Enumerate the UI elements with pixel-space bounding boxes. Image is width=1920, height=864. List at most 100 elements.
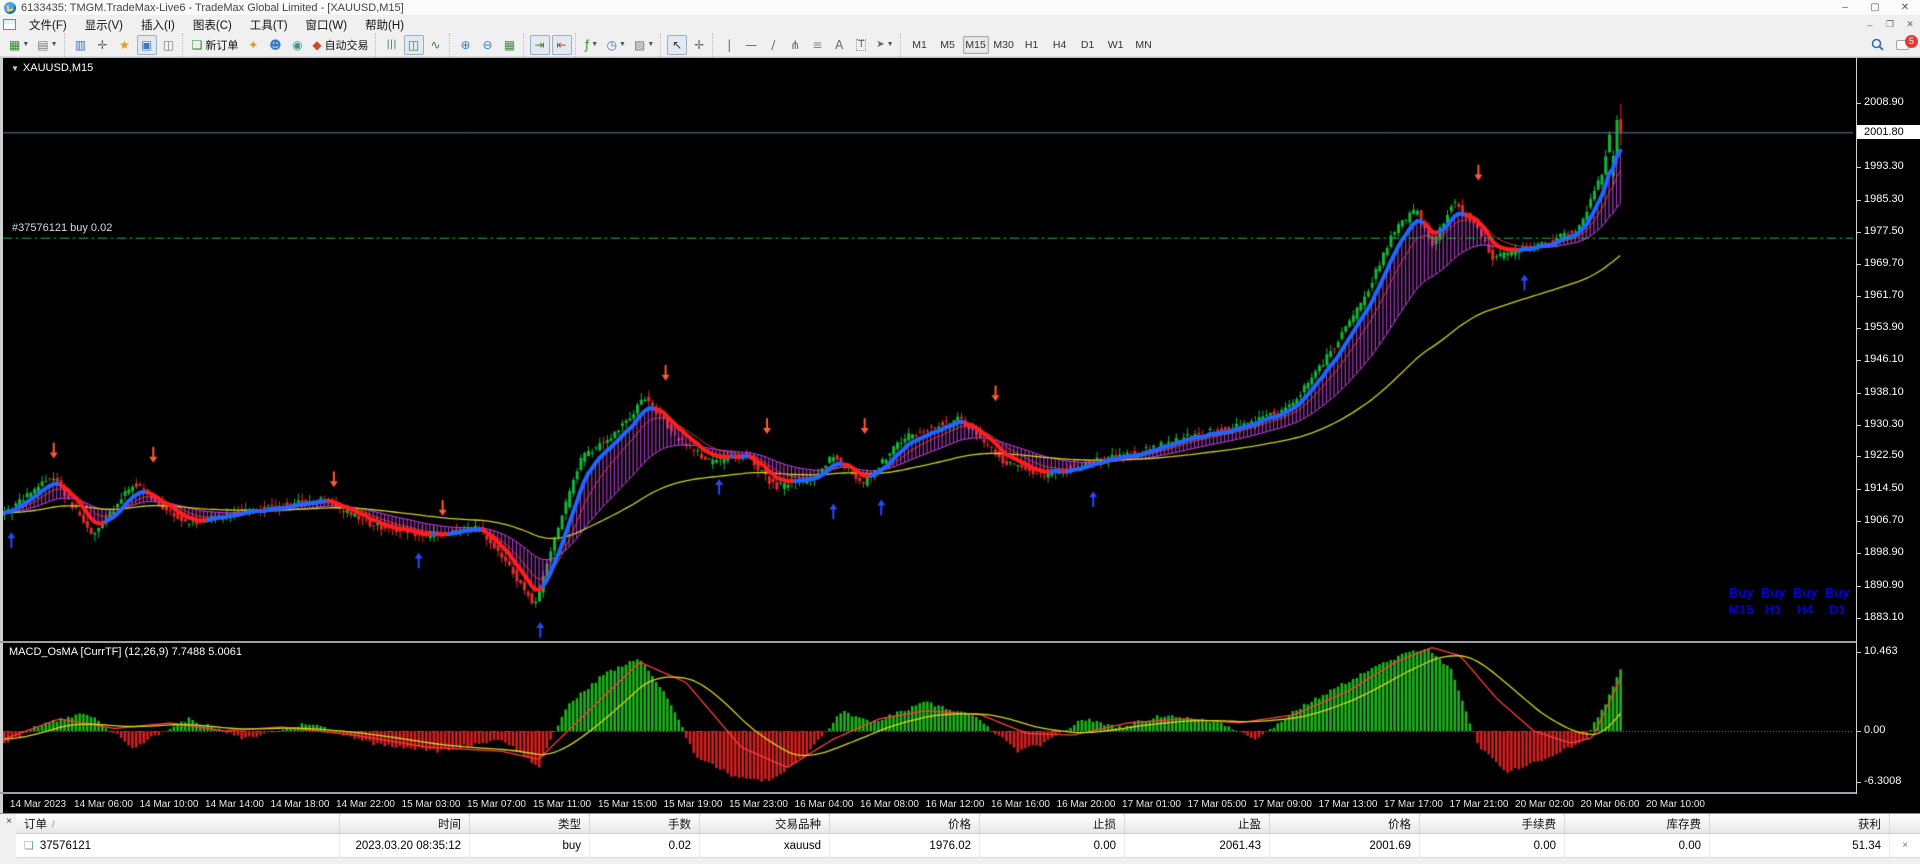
orders-cell: 2061.43 [1125, 834, 1270, 857]
orders-column-header[interactable]: 手数 [590, 814, 700, 833]
close-position-button[interactable]: × [1890, 834, 1920, 857]
line-chart-button[interactable]: ∿ [426, 35, 446, 55]
collapse-triangle-icon[interactable]: ▼ [11, 64, 19, 73]
data-window-button[interactable]: ✛ [93, 35, 113, 55]
timeframe-button-D1[interactable]: D1 [1075, 36, 1101, 54]
multi-timeframe-signal-block: Buy Buy Buy Buy M15 H1 H4 D1 [1725, 585, 1853, 619]
signals-button[interactable]: ◉ [287, 35, 307, 55]
indicators-button[interactable]: ƒ ▼ [582, 35, 602, 55]
auto-scroll-button[interactable]: ⇥ [529, 34, 550, 55]
orders-cell-value: 51.34 [1852, 839, 1881, 852]
price-axis-label: 1969.70 [1857, 256, 1904, 269]
timeframe-button-MN[interactable]: MN [1131, 36, 1157, 54]
timeframe-button-H4[interactable]: H4 [1047, 36, 1073, 54]
orders-cell-value: 2023.03.20 08:35:12 [355, 839, 461, 852]
cursor-button[interactable]: ↖ [667, 34, 688, 55]
timeframe-button-M15[interactable]: M15 [962, 35, 989, 54]
time-axis-label: 17 Mar 17:00 [1384, 799, 1443, 810]
menu-item-V[interactable]: 显示(V) [76, 16, 132, 34]
shapes-button[interactable]: ➤ ▼ [873, 35, 896, 55]
price-axis[interactable]: 2008.90 1993.30 1985.30 1977.50 1969.70 1961.… [1856, 58, 1920, 794]
tile-windows-button[interactable]: ▦ [500, 35, 520, 55]
price-chart-canvas[interactable] [3, 58, 1853, 641]
orders-column-header[interactable]: 时间 [340, 814, 470, 833]
toolbox-close-button[interactable]: × [3, 816, 15, 828]
algo-trading-button[interactable]: ◆ 自动交易 [309, 35, 371, 55]
open-position-label[interactable]: #37576121 buy 0.02 [12, 222, 112, 234]
chart-shift-button[interactable]: ⇤ [551, 34, 572, 55]
chart-splitter[interactable] [0, 641, 1920, 643]
strategy-tester-button[interactable]: ◫ [159, 35, 179, 55]
menu-item-W[interactable]: 窗口(W) [297, 16, 357, 34]
timeframe-button-M5[interactable]: M5 [935, 36, 961, 54]
toolbar-group-zoom: ⊕ ⊖ ▦ [448, 32, 523, 57]
alerts-horn-icon: ✦ [248, 37, 259, 52]
toolbox-button[interactable]: ▣ [136, 34, 157, 55]
close-button[interactable]: ✕ [1890, 0, 1920, 15]
orders-column-header[interactable]: 订单 / [16, 814, 340, 833]
community-icon: ☻ [269, 37, 282, 52]
search-button[interactable] [1867, 35, 1887, 55]
new-order-button[interactable]: ❏ 新订单 [189, 35, 242, 55]
mdi-restore-button[interactable]: ❐ [1880, 17, 1900, 32]
candle-chart-button[interactable]: ◫ [403, 34, 424, 55]
menu-item-H[interactable]: 帮助(H) [356, 16, 413, 34]
menu-item-I[interactable]: 插入(I) [132, 16, 184, 34]
orders-table-row[interactable]: ❏ 37576121 2023.03.20 08:35:12 buy 0.02 xauus… [16, 834, 1920, 858]
pitchfork-button[interactable]: ⋔ [785, 35, 805, 55]
text-label-button[interactable]: T [851, 35, 871, 55]
menu-item-T[interactable]: 工具(T) [241, 16, 297, 34]
timeframe-button-H1[interactable]: H1 [1019, 36, 1045, 54]
periods-button[interactable]: ◷ ▼ [604, 35, 629, 55]
horizontal-line-icon: — [745, 37, 758, 52]
community-button[interactable]: ☻ [265, 35, 285, 55]
time-axis-label: 14 Mar 10:00 [139, 799, 199, 810]
menu-item-F[interactable]: 文件(F) [20, 16, 76, 34]
timeframe-button-M30[interactable]: M30 [991, 36, 1017, 54]
signal-text: Buy [1792, 585, 1818, 600]
menu-item-C[interactable]: 图表(C) [184, 16, 241, 34]
minimize-button[interactable]: – [1830, 0, 1860, 15]
macd-indicator-canvas[interactable] [3, 643, 1853, 792]
app-logo-icon [4, 1, 16, 14]
orders-column-header[interactable]: 手续费 [1420, 814, 1565, 833]
horizontal-line-button[interactable]: — [741, 35, 761, 55]
new-chart-button[interactable]: ▦ ▼ [6, 35, 32, 55]
price-axis-label: 1914.50 [1857, 482, 1904, 495]
chart-window-icon[interactable] [3, 19, 16, 30]
trendline-button[interactable]: ∕ [763, 35, 783, 55]
orders-column-header[interactable]: 交易品种 [700, 814, 830, 833]
orders-column-header[interactable]: 价格 [1270, 814, 1420, 833]
orders-cell: 1976.02 [830, 834, 980, 857]
fibonacci-button[interactable]: ≡ [807, 35, 827, 55]
window-title: 6133435: TMGM.TradeMax-Live6 - TradeMax … [21, 1, 404, 14]
mdi-minimize-button[interactable]: – [1860, 17, 1880, 32]
price-axis-label: 1883.10 [1857, 610, 1904, 623]
navigator-button[interactable]: ★ [115, 35, 135, 55]
crosshair-button[interactable]: ✛ [689, 35, 709, 55]
price-axis-label: 1953.90 [1857, 321, 1904, 334]
bar-chart-button[interactable]: ||| [382, 35, 402, 55]
orders-column-header[interactable]: 获利 [1710, 814, 1890, 833]
maximize-button[interactable]: ▢ [1860, 0, 1890, 15]
mdi-close-button[interactable]: ✕ [1900, 17, 1920, 32]
orders-column-header[interactable]: 止盈 [1125, 814, 1270, 833]
notifications-button[interactable]: 5 [1896, 34, 1918, 53]
profiles-button[interactable]: ▤ ▼ [34, 35, 60, 55]
zoom-in-button[interactable]: ⊕ [456, 35, 476, 55]
orders-column-header[interactable]: 库存费 [1565, 814, 1710, 833]
orders-column-header[interactable]: 类型 [470, 814, 590, 833]
orders-column-header[interactable]: 价格 [830, 814, 980, 833]
timeframe-button-W1[interactable]: W1 [1103, 36, 1129, 54]
templates-button[interactable]: ▨ ▼ [631, 35, 657, 55]
orders-cell-value: 1976.02 [929, 839, 971, 852]
market-watch-button[interactable]: ▥ [71, 35, 91, 55]
orders-column-header[interactable]: 止损 [980, 814, 1125, 833]
zoom-out-button[interactable]: ⊖ [478, 35, 498, 55]
timeframe-button-M1[interactable]: M1 [907, 36, 933, 54]
vertical-line-button[interactable]: | [719, 35, 739, 55]
alerts-button[interactable]: ✦ [243, 35, 263, 55]
text-button[interactable]: A [829, 35, 849, 55]
fibonacci-retracement-icon: ≡ [812, 37, 823, 52]
time-axis[interactable]: 14 Mar 2023 14 Mar 06:00 14 Mar 10:00 14 Ma… [3, 794, 1856, 814]
